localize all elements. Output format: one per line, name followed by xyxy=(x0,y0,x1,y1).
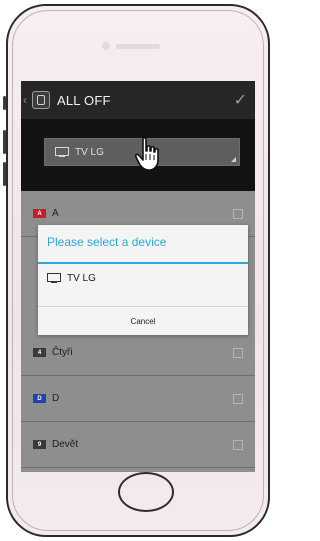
list-item-badge: D xyxy=(33,394,46,403)
app-screen: ‹ ALL OFF ✓ TV LG A A 4 Čtyři D D 9 Devě… xyxy=(21,81,255,472)
list-item-checkbox[interactable] xyxy=(233,439,243,450)
hand-pointer-icon xyxy=(134,137,159,171)
list-item-badge: A xyxy=(33,209,46,218)
front-camera xyxy=(102,42,110,50)
page-title: ALL OFF xyxy=(57,92,111,108)
list-item-checkbox[interactable] xyxy=(233,347,243,358)
list-item-label: A xyxy=(52,208,59,219)
list-item[interactable]: D D xyxy=(21,376,255,422)
action-bar: ‹ ALL OFF ✓ xyxy=(21,81,255,119)
home-button[interactable] xyxy=(118,472,174,512)
list-item[interactable]: 9 Devět xyxy=(21,422,255,468)
list-item-label: Čtyři xyxy=(52,347,73,358)
list-item-badge: 9 xyxy=(33,440,46,449)
tv-icon xyxy=(55,146,69,158)
earpiece-speaker xyxy=(116,44,160,49)
volume-up-button xyxy=(3,130,6,154)
device-select-label: TV LG xyxy=(75,146,104,158)
list-item[interactable]: 4 Čtyři xyxy=(21,330,255,376)
list-item-label: Devět xyxy=(52,439,79,450)
dialog-option-tv-lg[interactable]: TV LG xyxy=(38,263,248,293)
back-chevron-icon[interactable]: ‹ xyxy=(23,93,30,107)
check-icon[interactable]: ✓ xyxy=(234,90,247,110)
list-item-badge: 4 xyxy=(33,348,46,357)
cancel-button[interactable]: Cancel xyxy=(38,307,248,335)
volume-down-button xyxy=(3,162,6,186)
list-item-checkbox[interactable] xyxy=(233,208,243,219)
mute-switch xyxy=(3,96,6,110)
dialog-title: Please select a device xyxy=(47,235,167,249)
dialog-option-label: TV LG xyxy=(67,272,96,284)
list-item-label: D xyxy=(52,393,60,404)
select-device-dialog: Please select a device TV LG Cancel xyxy=(38,225,248,335)
dropdown-corner-icon xyxy=(231,157,236,162)
list-item-checkbox[interactable] xyxy=(233,393,243,404)
remote-app-icon[interactable] xyxy=(32,91,50,109)
tv-icon xyxy=(47,272,61,284)
